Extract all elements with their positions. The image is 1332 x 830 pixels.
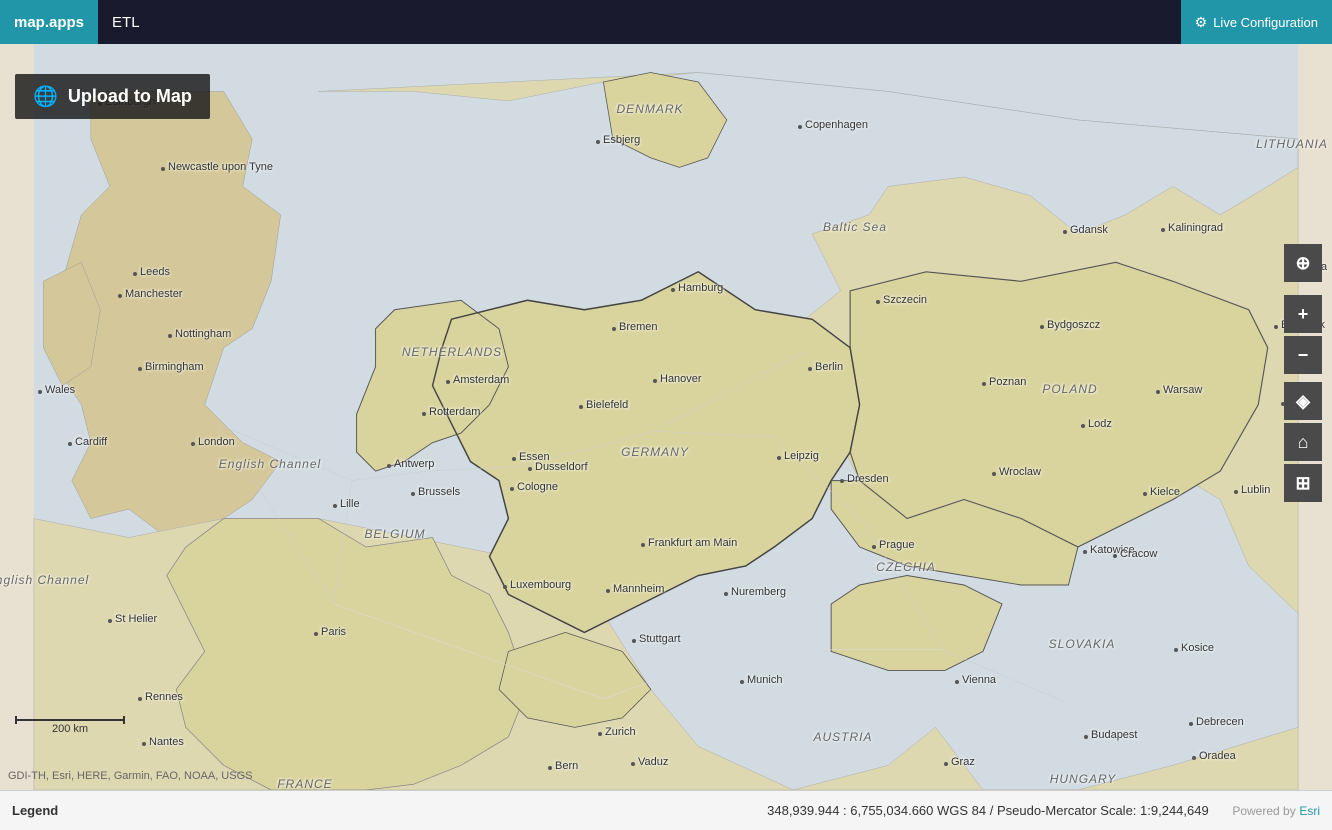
map-background: EdinburghNewcastle upon TyneLeedsManches…: [0, 44, 1332, 790]
gear-icon: ⚙: [1195, 14, 1208, 31]
coordinates-display: 348,939.944 : 6,755,034.660 WGS 84 / Pse…: [767, 803, 1320, 818]
scale-line: [15, 719, 125, 721]
section-label: ETL: [98, 14, 154, 31]
map-svg: [0, 44, 1332, 790]
live-config-button[interactable]: ⚙ Live Configuration: [1181, 0, 1332, 44]
scale-label: 200 km: [15, 723, 125, 735]
esri-link[interactable]: Esri: [1299, 804, 1320, 818]
map-attribution: GDI-TH, Esri, HERE, Garmin, FAO, NOAA, U…: [0, 770, 252, 782]
legend-label: Legend: [12, 803, 58, 818]
live-config-label: Live Configuration: [1213, 15, 1318, 30]
zoom-in-button[interactable]: +: [1284, 295, 1322, 333]
powered-by-text: Powered by: [1232, 804, 1295, 818]
status-bar: Legend 348,939.944 : 6,755,034.660 WGS 8…: [0, 790, 1332, 830]
compass-button[interactable]: ⊕: [1284, 244, 1322, 282]
map-container[interactable]: EdinburghNewcastle upon TyneLeedsManches…: [0, 44, 1332, 790]
zoom-out-button[interactable]: −: [1284, 336, 1322, 374]
home-button[interactable]: ⌂: [1284, 423, 1322, 461]
locate-button[interactable]: ◈: [1284, 382, 1322, 420]
coordinates-text: 348,939.944 : 6,755,034.660 WGS 84 / Pse…: [767, 803, 1209, 818]
upload-icon: 🌐: [33, 84, 58, 109]
upload-button-label: Upload to Map: [68, 86, 192, 107]
app-logo: map.apps: [0, 0, 98, 44]
app-header: map.apps ETL ⚙ Live Configuration: [0, 0, 1332, 44]
layers-button[interactable]: ⊞: [1284, 464, 1322, 502]
map-controls: ⊕ + − ◈ ⌂ ⊞: [1284, 244, 1322, 502]
scale-bar: 200 km: [15, 719, 125, 735]
app-name-label: map.apps: [14, 14, 84, 31]
upload-to-map-button[interactable]: 🌐 Upload to Map: [15, 74, 210, 119]
